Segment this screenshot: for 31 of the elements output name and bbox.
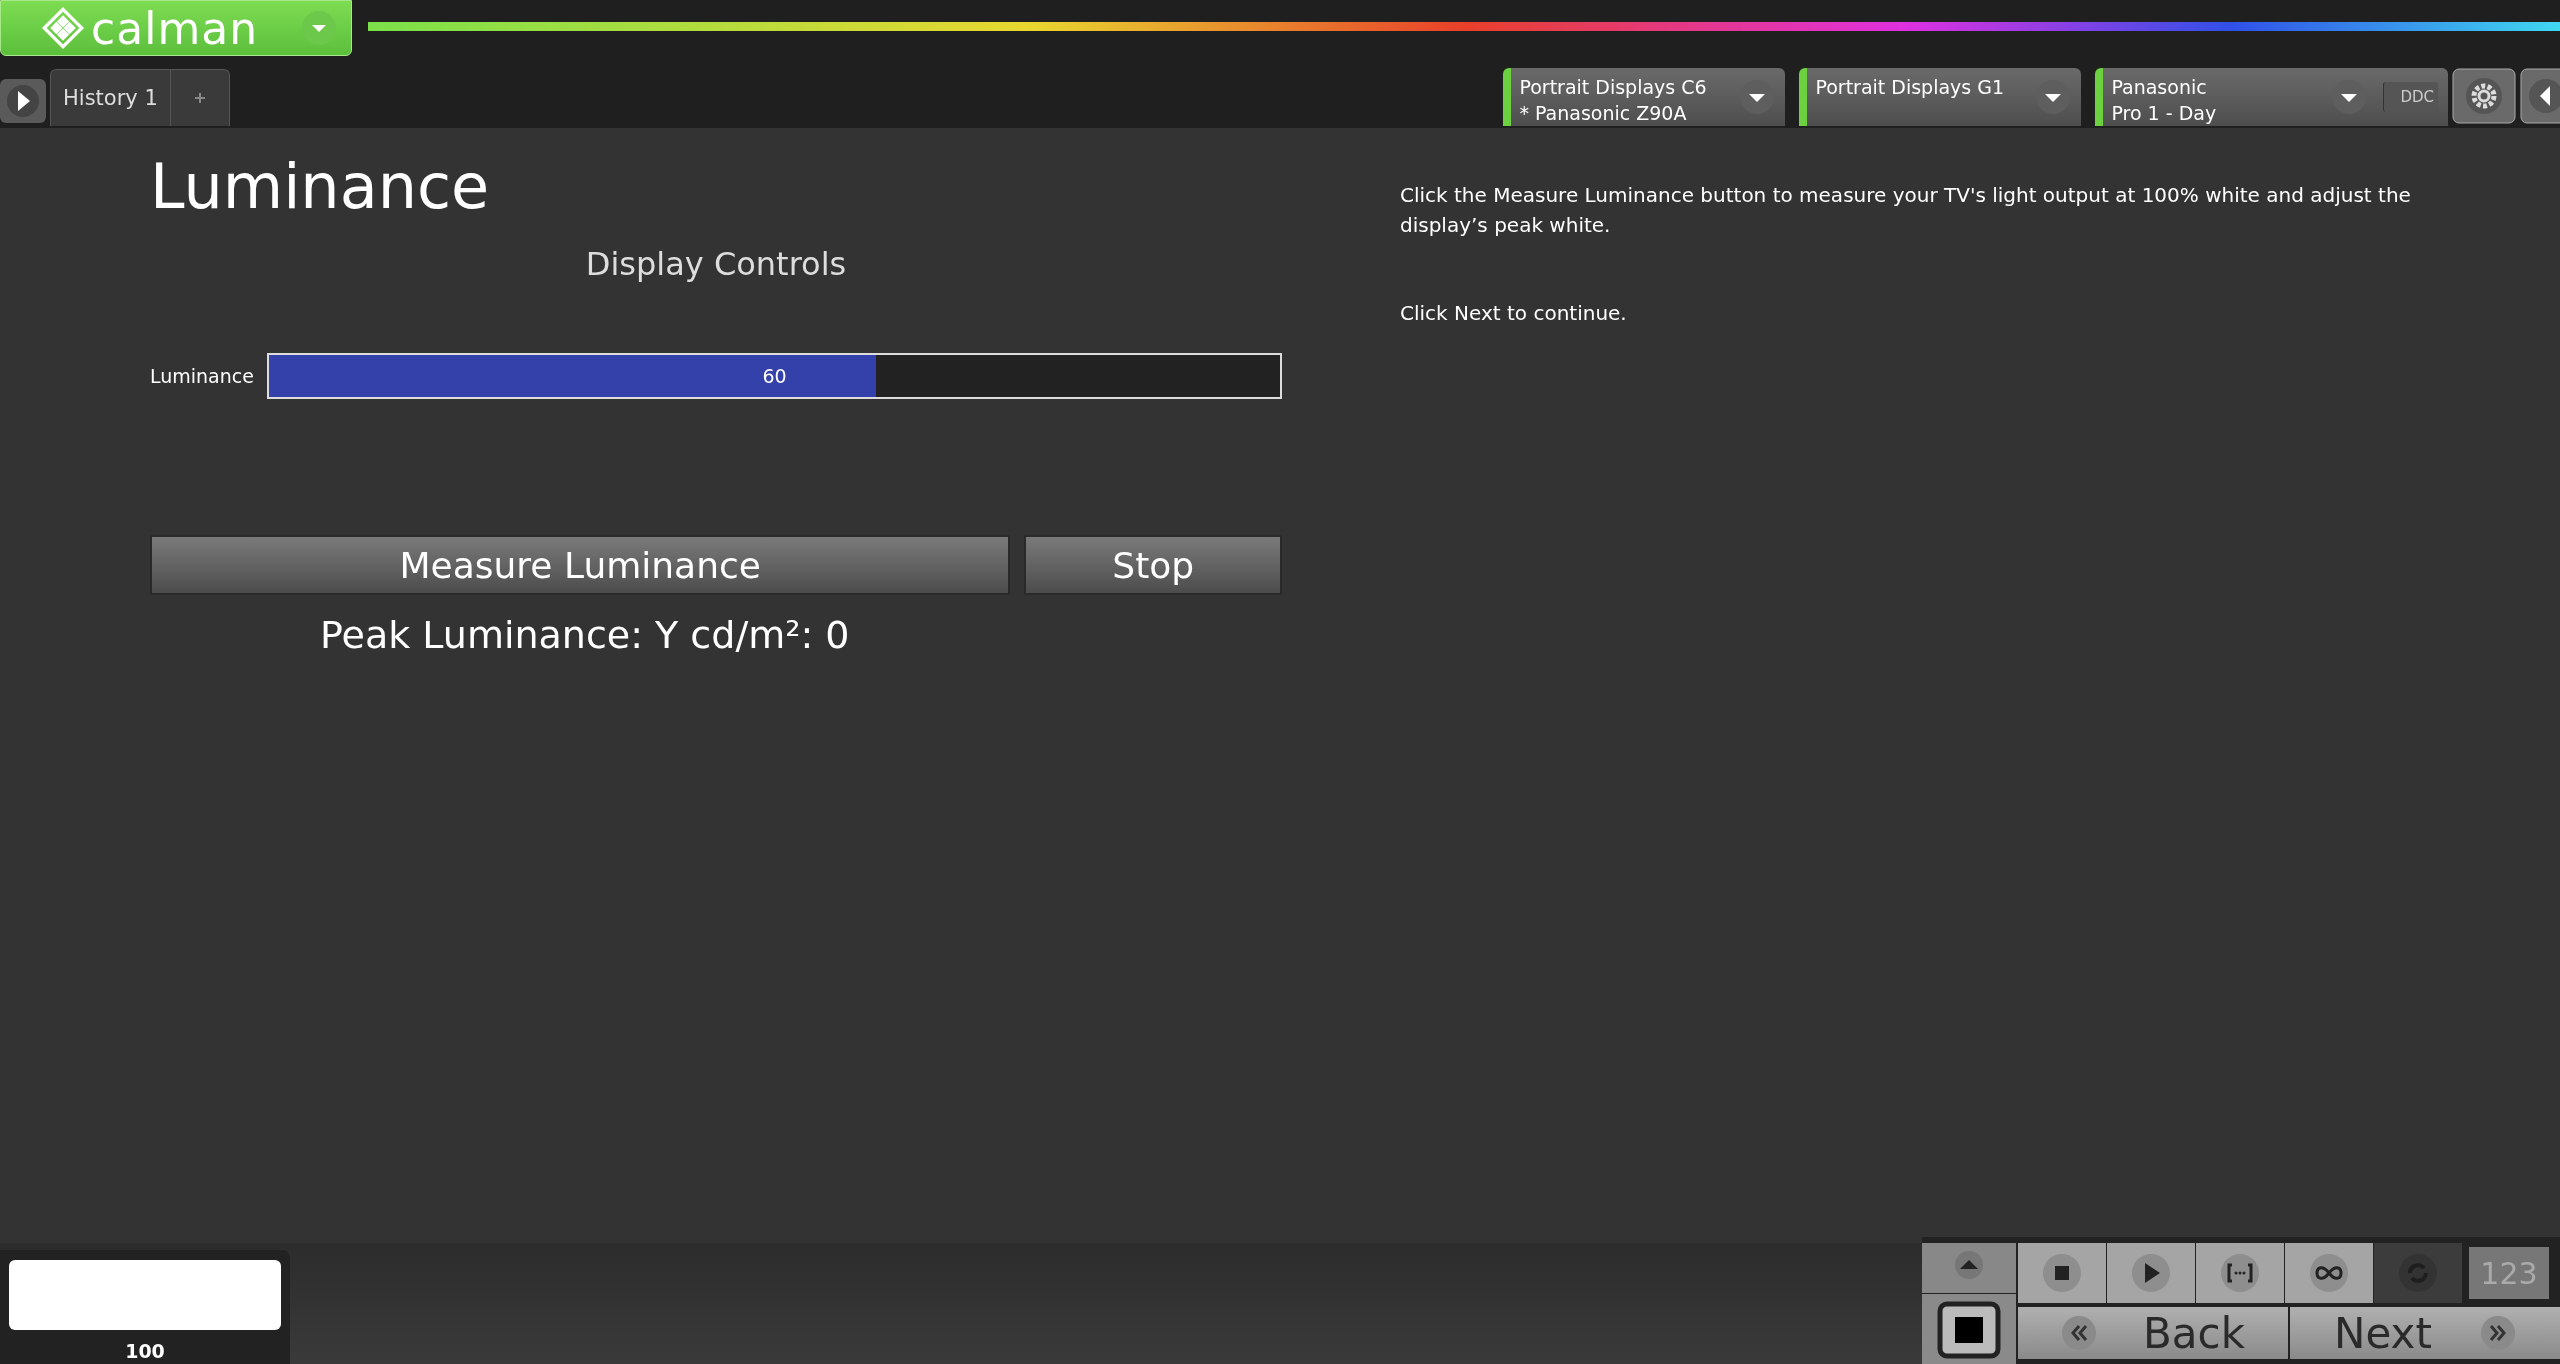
device-detail: Pro 1 - Day xyxy=(2111,101,2218,126)
instruction-text: Click the Measure Luminance button to measure your TV's light output at 100% white and adjust the display’s peak white. xyxy=(1400,182,2412,239)
section-heading: Display Controls xyxy=(584,245,848,283)
device-name: Portrait Displays C6 xyxy=(1519,75,1708,100)
infinity-icon[interactable] xyxy=(2285,1243,2373,1303)
slider-label: Luminance xyxy=(150,365,255,387)
logo-text: calman xyxy=(91,2,260,54)
diamond-logo-icon xyxy=(41,6,85,50)
back-button[interactable]: Back xyxy=(2018,1307,2288,1359)
luminance-slider[interactable]: 60 xyxy=(267,353,1282,399)
peak-luminance-result: Peak Luminance: Y cd/m²: 0 xyxy=(320,613,851,657)
collapse-arrow-icon[interactable] xyxy=(2520,68,2560,124)
instruction-text: Click Next to continue. xyxy=(1400,300,1628,327)
history-tab[interactable]: History 1 xyxy=(51,70,171,126)
next-button[interactable]: Next xyxy=(2290,1307,2560,1359)
device-name: Portrait Displays G1 xyxy=(1815,75,2006,100)
stop-icon[interactable] xyxy=(2018,1243,2106,1303)
monitor-badge[interactable]: DDC xyxy=(2383,82,2438,112)
swatch-label: 100 xyxy=(125,1340,165,1362)
device-name: Panasonic xyxy=(2111,75,2208,100)
device-detail: * Panasonic Z90A xyxy=(1519,101,1688,126)
device-selector[interactable]: Portrait Displays G1 xyxy=(1799,68,2082,126)
settings-icon[interactable] xyxy=(2452,68,2516,124)
stop-square-icon[interactable] xyxy=(1922,1294,2016,1364)
device-selector[interactable]: Portrait Displays C6 * Panasonic Z90A xyxy=(1503,68,1786,126)
measure-button[interactable]: Measure Luminance xyxy=(150,535,1011,595)
device-selector[interactable]: Panasonic Pro 1 - Day DDC xyxy=(2095,68,2448,126)
page-title: Luminance xyxy=(150,150,491,223)
bracket-icon[interactable] xyxy=(2196,1243,2284,1303)
stop-button[interactable]: Stop xyxy=(1024,535,1282,595)
play-icon[interactable] xyxy=(2107,1243,2195,1303)
